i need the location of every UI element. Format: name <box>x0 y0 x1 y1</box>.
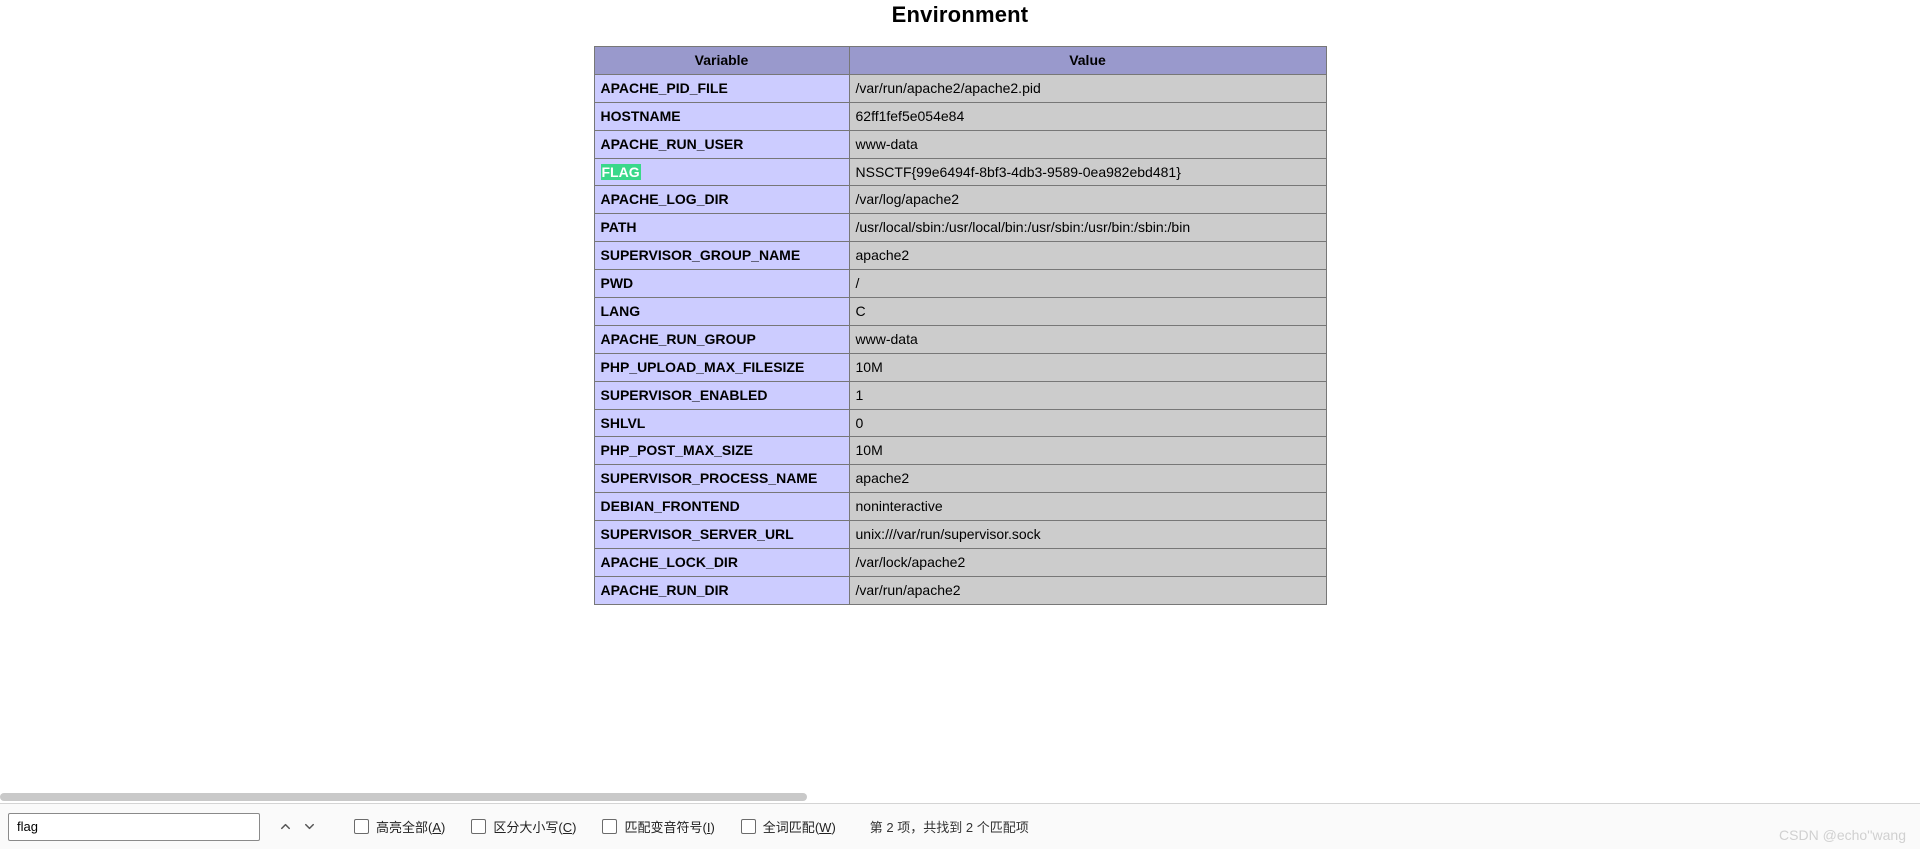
column-header-variable: Variable <box>594 47 849 75</box>
variable-cell: APACHE_RUN_USER <box>594 130 849 158</box>
variable-cell: APACHE_PID_FILE <box>594 74 849 102</box>
find-results-text: 第 2 项，共找到 2 个匹配项 <box>870 817 1029 836</box>
variable-cell: HOSTNAME <box>594 102 849 130</box>
value-cell: 0 <box>849 409 1326 437</box>
value-cell: / <box>849 270 1326 298</box>
chevron-down-icon <box>302 819 317 834</box>
value-cell: /var/log/apache2 <box>849 186 1326 214</box>
value-cell: 10M <box>849 353 1326 381</box>
variable-cell: DEBIAN_FRONTEND <box>594 493 849 521</box>
value-cell: NSSCTF{99e6494f-8bf3-4db3-9589-0ea982ebd… <box>849 158 1326 186</box>
value-cell: apache2 <box>849 242 1326 270</box>
table-row: APACHE_RUN_GROUPwww-data <box>594 325 1326 353</box>
table-row: PHP_UPLOAD_MAX_FILESIZE10M <box>594 353 1326 381</box>
variable-cell: FLAG <box>594 158 849 186</box>
variable-cell: SUPERVISOR_GROUP_NAME <box>594 242 849 270</box>
table-row: APACHE_RUN_USERwww-data <box>594 130 1326 158</box>
find-nav-arrows <box>274 816 320 838</box>
value-cell: 62ff1fef5e054e84 <box>849 102 1326 130</box>
variable-cell: SUPERVISOR_ENABLED <box>594 381 849 409</box>
checkbox-box <box>471 819 486 834</box>
variable-cell: SUPERVISOR_PROCESS_NAME <box>594 465 849 493</box>
table-row: DEBIAN_FRONTENDnoninteractive <box>594 493 1326 521</box>
match-case-checkbox[interactable]: 区分大小写(C) <box>471 817 576 836</box>
value-cell: unix:///var/run/supervisor.sock <box>849 521 1326 549</box>
table-header-row: Variable Value <box>594 47 1326 75</box>
checkbox-box <box>602 819 617 834</box>
value-cell: 10M <box>849 437 1326 465</box>
value-cell: /usr/local/sbin:/usr/local/bin:/usr/sbin… <box>849 214 1326 242</box>
variable-cell: APACHE_LOCK_DIR <box>594 549 849 577</box>
variable-cell: PATH <box>594 214 849 242</box>
value-cell: /var/run/apache2/apache2.pid <box>849 74 1326 102</box>
table-row: PWD/ <box>594 270 1326 298</box>
highlight-all-checkbox[interactable]: 高亮全部(A) <box>354 817 445 836</box>
table-row: SUPERVISOR_ENABLED1 <box>594 381 1326 409</box>
table-row: HOSTNAME62ff1fef5e054e84 <box>594 102 1326 130</box>
match-diacritics-checkbox[interactable]: 匹配变音符号(I) <box>602 817 714 836</box>
value-cell: /var/run/apache2 <box>849 576 1326 604</box>
variable-cell: PWD <box>594 270 849 298</box>
column-header-value: Value <box>849 47 1326 75</box>
value-cell: www-data <box>849 325 1326 353</box>
whole-word-checkbox[interactable]: 全词匹配(W) <box>741 817 836 836</box>
table-row: SUPERVISOR_GROUP_NAMEapache2 <box>594 242 1326 270</box>
value-cell: noninteractive <box>849 493 1326 521</box>
variable-cell: LANG <box>594 298 849 326</box>
checkbox-label: 匹配变音符号(I) <box>624 817 714 836</box>
checkbox-box <box>354 819 369 834</box>
value-cell: C <box>849 298 1326 326</box>
chevron-up-icon <box>278 819 293 834</box>
variable-cell: SUPERVISOR_SERVER_URL <box>594 521 849 549</box>
find-input[interactable] <box>8 813 260 841</box>
table-row: APACHE_LOCK_DIR/var/lock/apache2 <box>594 549 1326 577</box>
section-title: Environment <box>0 2 1920 28</box>
table-row: APACHE_RUN_DIR/var/run/apache2 <box>594 576 1326 604</box>
table-row: PATH/usr/local/sbin:/usr/local/bin:/usr/… <box>594 214 1326 242</box>
table-row: FLAG NSSCTF{99e6494f-8bf3-4db3-9589-0ea98… <box>594 158 1326 186</box>
table-row: SUPERVISOR_SERVER_URLunix:///var/run/sup… <box>594 521 1326 549</box>
variable-cell: PHP_POST_MAX_SIZE <box>594 437 849 465</box>
value-cell: www-data <box>849 130 1326 158</box>
environment-table: Variable Value APACHE_PID_FILE/var/run/a… <box>594 46 1327 605</box>
page-content: Environment Variable Value APACHE_PID_FI… <box>0 0 1920 605</box>
table-row: APACHE_PID_FILE/var/run/apache2/apache2.… <box>594 74 1326 102</box>
value-cell: /var/lock/apache2 <box>849 549 1326 577</box>
find-bar: 高亮全部(A) 区分大小写(C) 匹配变音符号(I) 全词匹配(W) 第 2 项… <box>0 803 1920 849</box>
table-row: APACHE_LOG_DIR/var/log/apache2 <box>594 186 1326 214</box>
variable-cell: PHP_UPLOAD_MAX_FILESIZE <box>594 353 849 381</box>
value-cell: apache2 <box>849 465 1326 493</box>
search-highlight: FLAG <box>601 164 641 180</box>
find-prev-button[interactable] <box>274 816 296 838</box>
checkbox-box <box>741 819 756 834</box>
table-row: LANGC <box>594 298 1326 326</box>
scrollbar-thumb[interactable] <box>0 793 807 801</box>
table-row: SHLVL0 <box>594 409 1326 437</box>
variable-cell: SHLVL <box>594 409 849 437</box>
table-row: PHP_POST_MAX_SIZE10M <box>594 437 1326 465</box>
variable-cell: APACHE_RUN_DIR <box>594 576 849 604</box>
checkbox-label: 区分大小写(C) <box>493 817 576 836</box>
horizontal-scrollbar[interactable] <box>0 793 810 801</box>
checkbox-label: 高亮全部(A) <box>376 817 445 836</box>
value-cell: 1 <box>849 381 1326 409</box>
table-row: SUPERVISOR_PROCESS_NAMEapache2 <box>594 465 1326 493</box>
variable-cell: APACHE_LOG_DIR <box>594 186 849 214</box>
checkbox-label: 全词匹配(W) <box>763 817 836 836</box>
find-next-button[interactable] <box>298 816 320 838</box>
variable-cell: APACHE_RUN_GROUP <box>594 325 849 353</box>
